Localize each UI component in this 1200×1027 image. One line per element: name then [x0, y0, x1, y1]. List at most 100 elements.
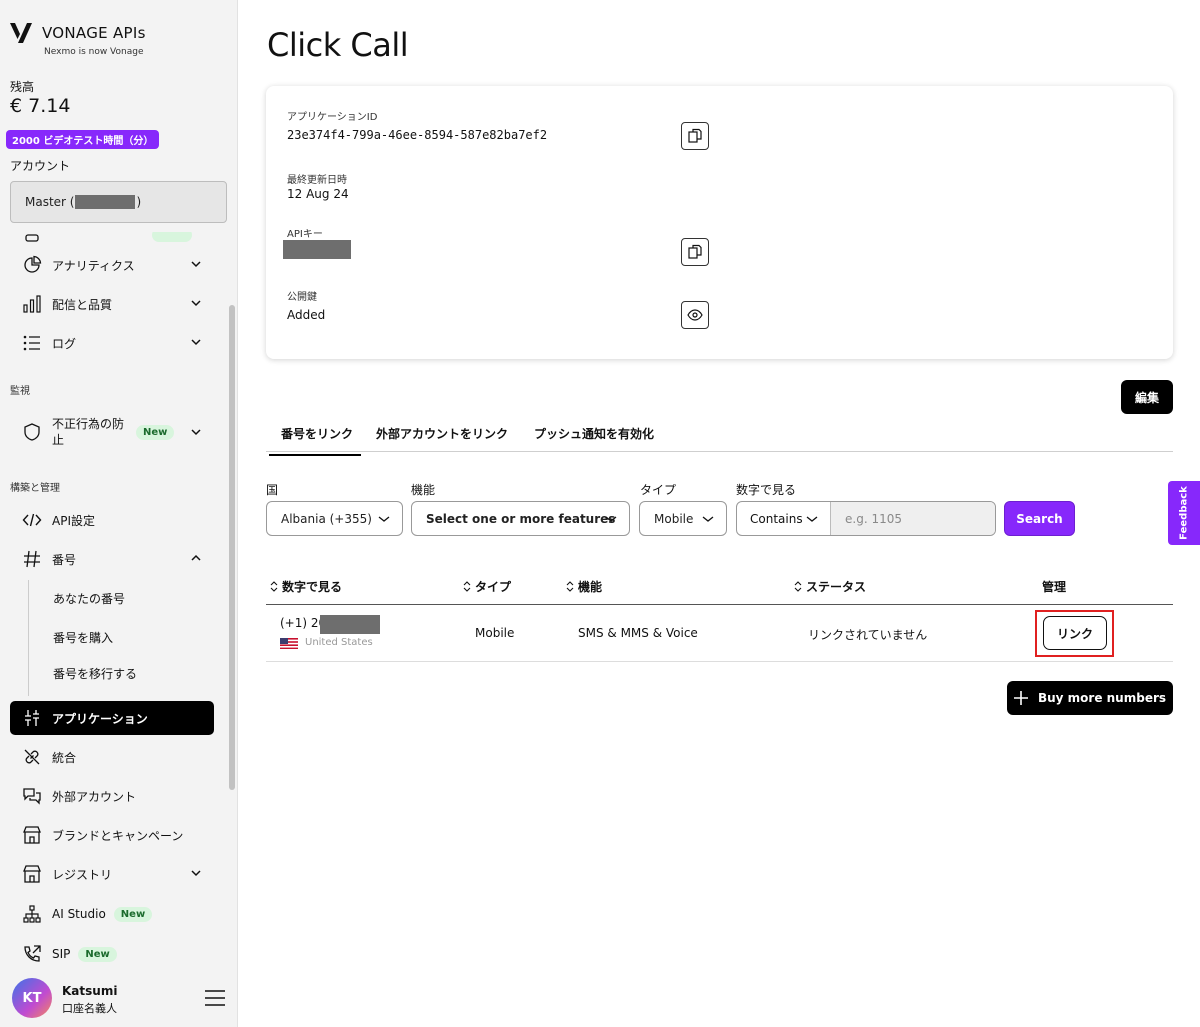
type-select[interactable]: Mobile [639, 501, 727, 536]
sidebar-item-label: 統合 [52, 750, 77, 765]
column-header-manage: 管理 [1042, 578, 1066, 595]
sidebar-item-analytics[interactable]: アナリティクス [10, 248, 214, 282]
sidebar-item-ai-studio[interactable]: AI Studio New [10, 897, 214, 931]
column-header-label: ステータス [806, 580, 867, 594]
tab-link-external-accounts[interactable]: 外部アカウントをリンク [376, 425, 508, 442]
avatar[interactable]: KT [12, 978, 52, 1018]
sidebar-item-logs[interactable]: ログ [10, 326, 214, 360]
sidebar-item-registry[interactable]: レジストリ [10, 857, 214, 891]
public-key-value: Added [287, 308, 326, 322]
chevron-down-icon [806, 516, 818, 522]
sidebar-subitem-port-numbers[interactable]: 番号を移行する [53, 665, 137, 682]
number-label: 数字で見る [736, 483, 797, 497]
updated-value: 12 Aug 24 [287, 187, 349, 201]
sidebar-item-label: 番号 [52, 552, 77, 567]
partial-icon [22, 232, 42, 245]
section-label-monitoring: 監視 [10, 386, 30, 397]
sidebar-item-sip[interactable]: SIP New [10, 937, 214, 970]
chevron-down-icon [378, 516, 390, 522]
column-header-status[interactable]: ステータス [794, 578, 866, 595]
sidebar-item-integrations[interactable]: 統合 [10, 740, 214, 774]
column-header-type[interactable]: タイプ [463, 578, 511, 595]
feedback-tab[interactable]: Feedback [1168, 481, 1200, 545]
sidebar-nav: アナリティクス 配信と品質 ログ 監視 不正行為の防止 New 構築と管理 AP… [0, 232, 226, 970]
sidebar-item-numbers[interactable]: 番号 [10, 542, 214, 576]
number-search-combo: Contains [736, 501, 996, 536]
sidebar-subitem-your-numbers[interactable]: あなたの番号 [53, 590, 125, 607]
copy-icon [688, 244, 702, 259]
sidebar-item-label: 外部アカウント [52, 789, 137, 804]
sidebar-item-brands-campaigns[interactable]: ブランドとキャンペーン [10, 818, 214, 852]
main-content: Click Call アプリケーションID 23e374f4-799a-46ee… [238, 0, 1200, 1027]
column-header-number[interactable]: 数字で見る [270, 578, 342, 595]
match-type-select[interactable]: Contains [737, 502, 831, 535]
sidebar-item-fraud[interactable]: 不正行為の防止 New [10, 410, 214, 454]
sidebar-item-label: API設定 [52, 513, 95, 528]
chevron-down-icon [191, 300, 201, 307]
sidebar-item-external-accounts[interactable]: 外部アカウント [10, 779, 214, 813]
account-suffix: ) [136, 195, 142, 209]
type-select-value: Mobile [654, 511, 694, 526]
sidebar-item-label: アプリケーション [52, 711, 148, 726]
hamburger-menu-icon[interactable] [204, 988, 226, 1008]
table-row-divider [266, 661, 1173, 662]
balance-value: € 7.14 [10, 95, 71, 117]
copy-api-key-button[interactable] [681, 238, 709, 266]
sidebar-item-api-settings[interactable]: API設定 [10, 503, 214, 537]
partial-new-badge [152, 232, 192, 242]
number-type: Mobile [475, 626, 515, 640]
account-selector[interactable]: Master ( ) [10, 181, 227, 223]
sidebar-item-label: 不正行為の防止 [52, 417, 125, 447]
number-features: SMS & MMS & Voice [578, 626, 698, 640]
sidebar-item-applications[interactable]: アプリケーション [10, 701, 214, 735]
chevron-down-icon [191, 429, 201, 436]
sidebar-item-label: ログ [52, 336, 77, 351]
sidebar-item-label: AI Studio [52, 907, 106, 921]
tab-bar: 番号をリンク 外部アカウントをリンク プッシュ通知を有効化 [266, 415, 1173, 456]
feedback-label: Feedback [1178, 486, 1190, 540]
sidebar-item-label: SIP [52, 947, 71, 961]
us-flag-icon [280, 638, 298, 649]
column-header-label: 数字で見る [282, 580, 343, 594]
phone-outgoing-icon [22, 944, 42, 964]
hash-icon [22, 549, 42, 569]
country-name: United States [305, 637, 373, 648]
list-icon [22, 333, 42, 353]
sidebar-subitem-buy-numbers[interactable]: 番号を購入 [53, 629, 113, 646]
user-profile: KT Katsumi 口座名義人 [0, 970, 238, 1027]
number-search-input[interactable] [831, 502, 995, 535]
sliders-icon [22, 708, 42, 728]
match-type-value: Contains [750, 511, 803, 526]
redacted-api-key [283, 240, 351, 259]
type-label: タイプ [640, 483, 677, 497]
column-header-features[interactable]: 機能 [566, 578, 602, 595]
link-status: リンクされていません [808, 628, 928, 642]
link-number-button[interactable]: リンク [1043, 616, 1107, 650]
feature-select[interactable]: Select one or more features [411, 501, 630, 536]
pie-chart-icon [22, 255, 42, 275]
brand-subtitle: Nexmo is now Vonage [44, 47, 144, 57]
account-label: アカウント [10, 159, 71, 173]
sort-icon [566, 581, 574, 592]
tab-enable-push[interactable]: プッシュ通知を有効化 [534, 425, 654, 442]
tab-link-numbers[interactable]: 番号をリンク [268, 425, 362, 456]
sidebar-item-label: アナリティクス [52, 258, 135, 273]
chevron-down-icon [702, 516, 714, 522]
hierarchy-icon [22, 904, 42, 924]
chevron-down-icon [605, 516, 617, 522]
country-label: 国 [266, 483, 279, 497]
country-select[interactable]: Albania (+355) [266, 501, 403, 536]
new-badge: New [113, 906, 153, 922]
account-prefix: Master ( [25, 195, 75, 209]
search-button[interactable]: Search [1004, 501, 1075, 536]
sidebar-scrollbar[interactable] [229, 305, 235, 790]
buy-more-numbers-button[interactable]: Buy more numbers [1007, 681, 1173, 715]
user-name: Katsumi [62, 984, 118, 998]
edit-button[interactable]: 編集 [1121, 380, 1173, 414]
user-role: 口座名義人 [62, 1002, 117, 1015]
sidebar-item-delivery[interactable]: 配信と品質 [10, 287, 214, 321]
brand-logo[interactable]: VONAGE APIs [10, 22, 146, 44]
copy-app-id-button[interactable] [681, 122, 709, 150]
updated-label: 最終更新日時 [287, 175, 347, 186]
view-public-key-button[interactable] [681, 301, 709, 329]
